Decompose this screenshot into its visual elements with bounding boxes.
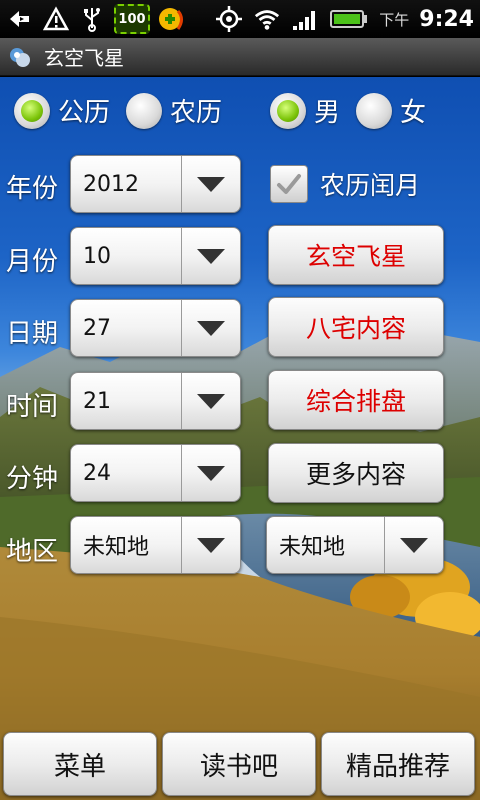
battery-level-badge: 100 [114,4,150,34]
leap-month-checkbox[interactable]: 农历闰月 [270,165,420,203]
bazhai-content-button[interactable]: 八宅内容 [268,297,444,357]
checkmark-icon [270,165,308,203]
radio-solar-calendar[interactable]: 公历 [14,92,110,129]
status-bar: 100 下午 9:24 [0,0,480,38]
signal-icon [291,5,319,33]
chevron-down-icon [181,228,240,284]
time-period: 下午 [379,10,410,29]
comprehensive-chart-button[interactable]: 综合排盘 [268,370,444,430]
app-title: 玄空飞星 [44,46,124,70]
title-bar: 玄空飞星 [0,38,480,76]
usb-icon [78,5,106,33]
app-logo-icon [8,45,32,69]
checkbox-label: 农历闰月 [320,171,421,200]
hour-spinner[interactable]: 21 [70,372,241,430]
spinner-value: 未知地 [279,535,346,560]
label-year: 年份 [6,174,59,204]
app-notification-icon [158,5,186,33]
radio-indicator [14,92,50,129]
chevron-down-icon [181,373,240,429]
radio-male[interactable]: 男 [270,92,340,129]
reading-button[interactable]: 读书吧 [162,732,316,796]
year-spinner[interactable]: 2012 [70,155,241,213]
clock: 9:24 [419,6,474,32]
radio-indicator [356,92,392,129]
chevron-down-icon [181,445,240,501]
spinner-value: 21 [83,388,111,414]
spinner-value: 27 [83,315,111,341]
bottom-bar: 菜单 读书吧 精品推荐 [0,728,480,800]
radio-label: 公历 [58,98,111,128]
menu-button[interactable]: 菜单 [3,732,157,796]
chevron-down-icon [181,156,240,212]
more-content-button[interactable]: 更多内容 [268,443,444,503]
chevron-down-icon [181,517,240,573]
spinner-value: 10 [83,243,111,269]
xuankong-feixing-button[interactable]: 玄空飞星 [268,225,444,285]
spinner-value: 2012 [83,171,139,197]
wifi-icon [253,5,281,33]
day-spinner[interactable]: 27 [70,299,241,357]
warning-icon [42,5,70,33]
radio-indicator [270,92,306,129]
radio-label: 男 [314,98,341,128]
battery-icon [329,5,369,33]
recommend-button[interactable]: 精品推荐 [321,732,475,796]
spinner-value: 未知地 [83,535,150,560]
radio-female[interactable]: 女 [356,92,426,129]
month-spinner[interactable]: 10 [70,227,241,285]
region-spinner-2[interactable]: 未知地 [266,516,444,574]
radio-label: 女 [400,98,427,128]
usb-debug-icon [6,5,34,33]
label-region: 地区 [6,537,59,567]
radio-indicator [126,92,162,129]
chevron-down-icon [384,517,443,573]
minute-spinner[interactable]: 24 [70,444,241,502]
label-day: 日期 [6,319,59,349]
label-hour: 时间 [6,392,59,422]
label-month: 月份 [6,247,59,277]
radio-label: 农历 [170,98,223,128]
chevron-down-icon [181,300,240,356]
radio-lunar-calendar[interactable]: 农历 [126,92,222,129]
gps-icon [215,5,243,33]
spinner-value: 24 [83,460,111,486]
region-spinner[interactable]: 未知地 [70,516,241,574]
label-minute: 分钟 [6,464,59,494]
